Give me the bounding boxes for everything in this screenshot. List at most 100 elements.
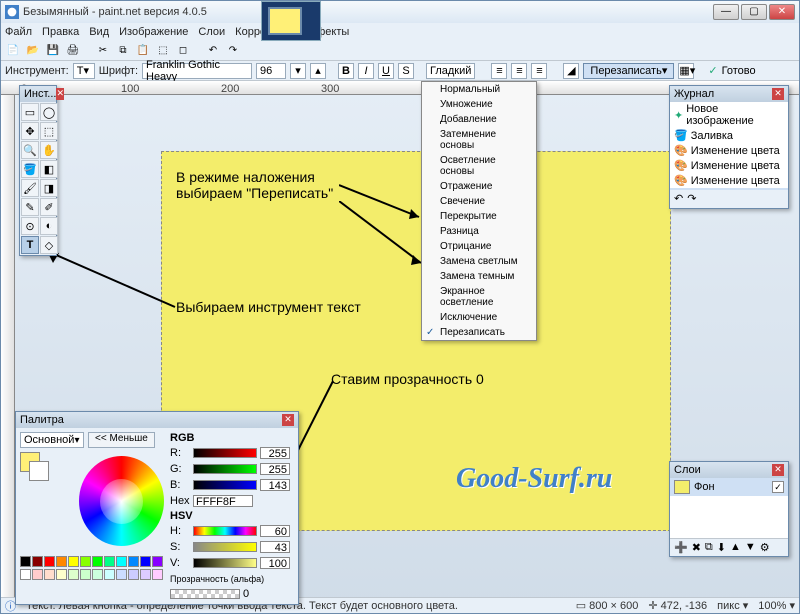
tool-eraser[interactable]: ◨ xyxy=(40,179,58,197)
tool-lasso[interactable]: ◯ xyxy=(40,103,58,121)
tool-zoom[interactable]: 🔍 xyxy=(21,141,39,159)
tool-brush[interactable]: 🖌 xyxy=(21,179,39,197)
close-button[interactable]: ✕ xyxy=(769,4,795,20)
blend-overlay[interactable]: Перекрытие xyxy=(422,209,536,224)
colors-close-button[interactable]: ✕ xyxy=(282,414,294,426)
minimize-button[interactable]: — xyxy=(713,4,739,20)
v-slider[interactable] xyxy=(193,558,257,568)
tool-pencil[interactable]: ✎ xyxy=(21,198,39,216)
menu-view[interactable]: Вид xyxy=(89,26,109,38)
blend-multiply[interactable]: Умножение xyxy=(422,97,536,112)
underline-button[interactable]: U xyxy=(378,63,394,79)
swatch[interactable] xyxy=(32,556,43,567)
layer-item[interactable]: Фон ✓ xyxy=(670,478,788,496)
primary-color-swatch[interactable] xyxy=(20,452,40,472)
h-input[interactable]: 60 xyxy=(260,525,290,537)
swatch[interactable] xyxy=(140,556,151,567)
swatch[interactable] xyxy=(152,556,163,567)
less-button[interactable]: << Меньше xyxy=(88,432,155,448)
swatch[interactable] xyxy=(68,556,79,567)
blend-normal[interactable]: Нормальный xyxy=(422,82,536,97)
align-center-button[interactable]: ≡ xyxy=(511,63,527,79)
layer-props-icon[interactable]: ⚙ xyxy=(760,541,770,554)
tool-shapes[interactable]: ◇ xyxy=(40,236,58,254)
r-input[interactable]: 255 xyxy=(260,447,290,459)
color-wheel[interactable] xyxy=(79,456,164,546)
blend-colorburn[interactable]: Затемнение основы xyxy=(422,127,536,153)
history-item[interactable]: 🎨Изменение цвета xyxy=(670,143,788,158)
tools-close-button[interactable]: ✕ xyxy=(56,88,64,100)
crop-icon[interactable]: ⬚ xyxy=(155,43,171,59)
tool-picker[interactable]: ✐ xyxy=(40,198,58,216)
tool-text[interactable]: T xyxy=(21,236,39,254)
history-item[interactable]: 🎨Изменение цвета xyxy=(670,158,788,173)
blend-exclusion[interactable]: Исключение xyxy=(422,310,536,325)
layers-close-button[interactable]: ✕ xyxy=(772,464,784,476)
g-slider[interactable] xyxy=(193,464,257,474)
merge-layer-icon[interactable]: ⬇ xyxy=(717,541,726,554)
tool-move[interactable]: ✥ xyxy=(21,122,39,140)
swatch[interactable] xyxy=(104,556,115,567)
font-dropdown[interactable]: Franklin Gothic Heavy xyxy=(142,63,252,79)
smooth-dropdown[interactable]: Гладкий xyxy=(426,63,475,79)
tool-fill[interactable]: 🪣 xyxy=(21,160,39,178)
swatch[interactable] xyxy=(56,569,67,580)
v-input[interactable]: 100 xyxy=(260,557,290,569)
swatch[interactable] xyxy=(116,569,127,580)
blend-overwrite[interactable]: Перезаписать xyxy=(422,325,536,340)
fill-dd[interactable]: ▦▾ xyxy=(678,63,694,79)
swatch[interactable] xyxy=(20,556,31,567)
copy-icon[interactable]: ⧉ xyxy=(115,43,131,59)
swatch[interactable] xyxy=(92,556,103,567)
duplicate-layer-icon[interactable]: ⧉ xyxy=(705,541,713,554)
align-right-button[interactable]: ≡ xyxy=(531,63,547,79)
swatch[interactable] xyxy=(104,569,115,580)
blend-colordodge[interactable]: Осветление основы xyxy=(422,153,536,179)
history-undo-icon[interactable]: ↶ xyxy=(674,192,683,206)
layer-up-icon[interactable]: ▲ xyxy=(730,541,741,554)
blend-glow[interactable]: Свечение xyxy=(422,194,536,209)
tool-gradient[interactable]: ◧ xyxy=(40,160,58,178)
menu-image[interactable]: Изображение xyxy=(119,26,188,38)
status-zoom-dropdown[interactable]: 100% ▾ xyxy=(758,599,795,612)
h-slider[interactable] xyxy=(193,526,257,536)
swatch[interactable] xyxy=(152,569,163,580)
paste-icon[interactable]: 📋 xyxy=(135,43,151,59)
s-input[interactable]: 43 xyxy=(260,541,290,553)
swatch[interactable] xyxy=(128,569,139,580)
b-input[interactable]: 143 xyxy=(260,479,290,491)
italic-button[interactable]: I xyxy=(358,63,374,79)
tool-move-selection[interactable]: ⬚ xyxy=(40,122,58,140)
deselect-icon[interactable]: ◻ xyxy=(175,43,191,59)
swatch[interactable] xyxy=(44,569,55,580)
blend-negation[interactable]: Отрицание xyxy=(422,239,536,254)
blend-screen[interactable]: Экранное осветление xyxy=(422,284,536,310)
swatch[interactable] xyxy=(140,569,151,580)
align-left-button[interactable]: ≡ xyxy=(491,63,507,79)
layer-down-icon[interactable]: ▼ xyxy=(745,541,756,554)
blend-difference[interactable]: Разница xyxy=(422,224,536,239)
undo-icon[interactable]: ↶ xyxy=(205,43,221,59)
strike-button[interactable]: S xyxy=(398,63,414,79)
size-up-button[interactable]: ▴ xyxy=(310,63,326,79)
secondary-color-swatch[interactable] xyxy=(29,461,49,481)
primary-secondary-dropdown[interactable]: Основной ▾ xyxy=(20,432,84,448)
save-icon[interactable]: 💾 xyxy=(45,43,61,59)
alpha-input[interactable]: 0 xyxy=(243,588,249,600)
history-item[interactable]: ✦Новое изображение xyxy=(670,102,788,128)
swatch[interactable] xyxy=(20,569,31,580)
blend-mode-dropdown[interactable]: Перезаписать ▾ xyxy=(583,63,674,79)
menu-layers[interactable]: Слои xyxy=(198,26,225,38)
swatch[interactable] xyxy=(68,569,79,580)
swatch[interactable] xyxy=(128,556,139,567)
blend-darken[interactable]: Замена темным xyxy=(422,269,536,284)
add-layer-icon[interactable]: ➕ xyxy=(674,541,688,554)
swatch[interactable] xyxy=(80,556,91,567)
blend-reflect[interactable]: Отражение xyxy=(422,179,536,194)
tool-dropdown[interactable]: T▾ xyxy=(73,63,95,79)
tool-rect-select[interactable]: ▭ xyxy=(21,103,39,121)
history-item[interactable]: 🪣Заливка xyxy=(670,128,788,143)
document-thumbnail[interactable] xyxy=(268,7,302,35)
swatch[interactable] xyxy=(44,556,55,567)
size-down-button[interactable]: ▾ xyxy=(290,63,306,79)
